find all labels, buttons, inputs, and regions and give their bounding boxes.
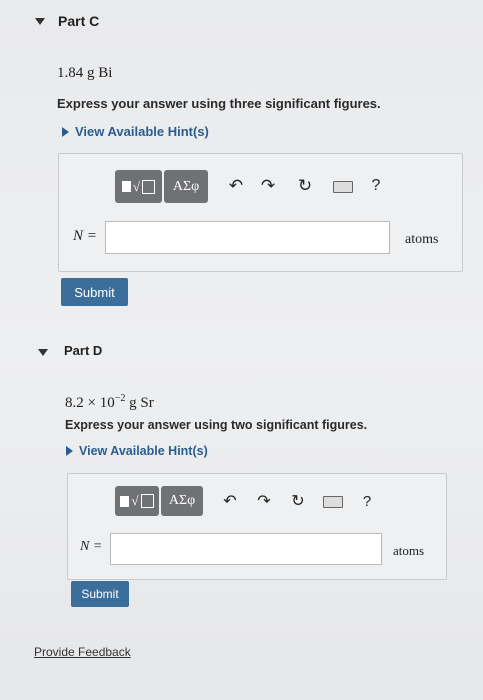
help-button[interactable]: ?: [358, 491, 376, 511]
part-c-question: 1.84 g Bi: [57, 65, 113, 81]
part-c-instruction: Express your answer using three signific…: [57, 96, 381, 111]
part-d-hint-label: View Available Hint(s): [79, 444, 208, 458]
templates-icon: √: [120, 493, 154, 509]
part-d-question-mantissa: 8.2 × 10: [65, 395, 115, 411]
templates-icon: √: [121, 179, 156, 195]
part-c-answer-box: √ ΑΣφ ↶ ↷ ↻ ? N = atoms: [58, 153, 463, 272]
collapse-caret-icon[interactable]: [38, 349, 48, 356]
redo-icon[interactable]: ↷: [254, 491, 274, 511]
undo-icon[interactable]: ↶: [220, 491, 240, 511]
help-button[interactable]: ?: [367, 176, 385, 196]
reset-icon[interactable]: ↻: [288, 491, 308, 511]
part-c-hint-link[interactable]: View Available Hint(s): [62, 124, 209, 139]
part-c-submit-button[interactable]: Submit: [61, 278, 128, 306]
undo-icon[interactable]: ↶: [226, 176, 246, 196]
reset-icon[interactable]: ↻: [295, 176, 315, 196]
part-d-instruction: Express your answer using two significan…: [65, 418, 368, 432]
part-c-title: Part C: [58, 13, 100, 29]
greek-symbols-button[interactable]: ΑΣφ: [161, 486, 203, 516]
greek-symbols-button[interactable]: ΑΣφ: [164, 170, 208, 203]
expand-triangle-icon: [62, 126, 69, 137]
provide-feedback-link[interactable]: Provide Feedback: [34, 645, 131, 659]
part-c-variable-label: N =: [73, 228, 97, 244]
templates-button[interactable]: √: [115, 170, 162, 203]
part-d-submit-button[interactable]: Submit: [71, 581, 129, 607]
templates-button[interactable]: √: [115, 486, 159, 516]
part-d-answer-input[interactable]: [110, 533, 382, 565]
collapse-caret-icon[interactable]: [35, 18, 45, 25]
keyboard-icon[interactable]: [323, 496, 343, 508]
part-d-question: 8.2 × 10−2 g Sr: [65, 393, 154, 412]
part-d-variable-label: N =: [80, 539, 103, 554]
part-d-question-exponent: −2: [114, 393, 126, 404]
part-d-question-rest: g Sr: [125, 395, 154, 411]
part-d-unit-label: atoms: [393, 543, 425, 558]
part-c-unit-label: atoms: [405, 232, 439, 247]
greek-symbols-label: ΑΣφ: [172, 178, 200, 194]
part-c-hint-label: View Available Hint(s): [75, 124, 209, 139]
part-d-title: Part D: [64, 343, 103, 358]
greek-symbols-label: ΑΣφ: [168, 493, 196, 508]
part-d-answer-box: √ ΑΣφ ↶ ↷ ↻ ? N = atoms: [67, 473, 447, 580]
keyboard-icon[interactable]: [333, 181, 353, 193]
part-c-answer-input[interactable]: [105, 221, 390, 254]
part-d-hint-link[interactable]: View Available Hint(s): [66, 444, 208, 458]
redo-icon[interactable]: ↷: [258, 176, 278, 196]
expand-triangle-icon: [66, 446, 73, 456]
